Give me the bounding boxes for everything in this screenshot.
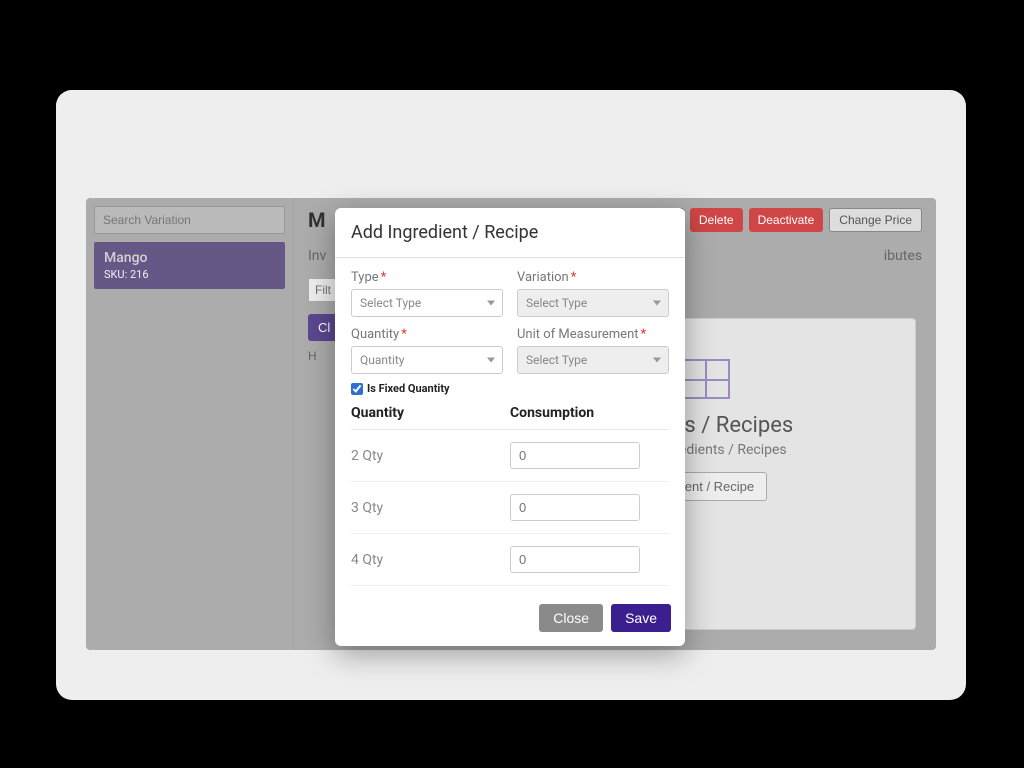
quantity-select[interactable]: Quantity [351, 346, 503, 374]
required-asterisk: * [381, 270, 387, 285]
change-price-button[interactable]: Change Price [829, 208, 922, 232]
fixed-quantity-row[interactable]: Is Fixed Quantity [351, 382, 669, 395]
consumption-input[interactable] [510, 494, 640, 521]
type-label: Type [351, 270, 379, 285]
fixed-quantity-checkbox[interactable] [351, 383, 363, 395]
chevron-down-icon [487, 358, 495, 363]
save-button[interactable]: Save [611, 604, 671, 632]
page-title: M [308, 208, 326, 232]
required-asterisk: * [571, 270, 577, 285]
col-consumption: Consumption [510, 405, 669, 421]
quantity-label: Quantity [351, 327, 399, 342]
variation-item-mango[interactable]: Mango SKU: 216 [94, 242, 285, 289]
consumption-input[interactable] [510, 442, 640, 469]
col-quantity: Quantity [351, 405, 510, 421]
uom-label: Unit of Measurement [517, 327, 639, 342]
required-asterisk: * [401, 327, 407, 342]
fixed-quantity-label: Is Fixed Quantity [367, 382, 450, 395]
variation-name: Mango [104, 250, 275, 266]
required-asterisk: * [641, 327, 647, 342]
variation-sku: SKU: 216 [104, 268, 275, 281]
table-icon [680, 359, 730, 399]
chevron-down-icon [487, 301, 495, 306]
tab-inventory[interactable]: Inv [308, 248, 326, 264]
modal-title: Add Ingredient / Recipe [335, 208, 685, 258]
qty-cell: 2 Qty [351, 448, 510, 464]
qty-cell: 3 Qty [351, 500, 510, 516]
qty-cell: 4 Qty [351, 552, 510, 568]
variations-sidebar: Mango SKU: 216 [86, 198, 294, 650]
delete-button[interactable]: Delete [690, 208, 743, 232]
chevron-down-icon [653, 358, 661, 363]
type-select[interactable]: Select Type [351, 289, 503, 317]
uom-select[interactable]: Select Type [517, 346, 669, 374]
table-row: 3 Qty [351, 482, 669, 534]
search-variation-input[interactable] [94, 206, 285, 234]
chevron-down-icon [653, 301, 661, 306]
deactivate-button[interactable]: Deactivate [749, 208, 824, 232]
variation-select[interactable]: Select Type [517, 289, 669, 317]
close-button[interactable]: Close [539, 604, 603, 632]
consumption-input[interactable] [510, 546, 640, 573]
table-row: 2 Qty [351, 430, 669, 482]
variation-label: Variation [517, 270, 569, 285]
add-ingredient-modal: Add Ingredient / Recipe Type* Select Typ… [335, 208, 685, 646]
tab-attributes[interactable]: ibutes [884, 248, 922, 264]
table-row: 4 Qty [351, 534, 669, 586]
consumption-table-head: Quantity Consumption [351, 395, 669, 430]
